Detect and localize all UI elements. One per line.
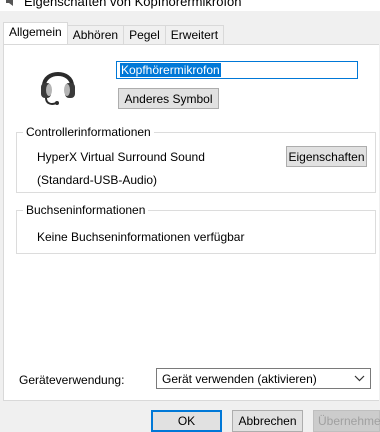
device-usage-label: Geräteverwendung: <box>19 373 125 387</box>
jack-info-text: Keine Buchseninformationen verfügbar <box>37 230 245 244</box>
tab-strip: Allgemein Abhören Pegel Erweitert <box>3 22 225 44</box>
controller-properties-button[interactable]: Eigenschaften <box>286 146 367 167</box>
controller-name: HyperX Virtual Surround Sound <box>37 150 205 164</box>
tab-erweitert[interactable]: Erweitert <box>164 25 225 44</box>
tab-abhoeren[interactable]: Abhören <box>66 25 125 44</box>
device-name-input[interactable]: Kopfhörermikrofon <box>116 61 358 79</box>
tab-allgemein[interactable]: Allgemein <box>3 22 68 44</box>
tab-pegel[interactable]: Pegel <box>123 25 166 44</box>
device-usage-select[interactable]: Gerät verwenden (aktivieren) <box>156 368 371 389</box>
cancel-button[interactable]: Abbrechen <box>232 410 303 432</box>
controller-driver: (Standard-USB-Audio) <box>37 173 158 187</box>
change-symbol-button[interactable]: Anderes Symbol <box>118 88 219 109</box>
device-usage-value: Gerät verwenden (aktivieren) <box>162 371 317 386</box>
properties-dialog: Eigenschaften von Kopfhörermikrofon Allg… <box>0 0 380 432</box>
chevron-down-icon <box>354 375 365 382</box>
apply-button[interactable]: Übernehmen <box>313 410 380 432</box>
headset-icon <box>41 72 75 105</box>
speaker-icon <box>6 0 13 6</box>
window-title: Eigenschaften von Kopfhörermikrofon <box>24 0 242 9</box>
title-bar: Eigenschaften von Kopfhörermikrofon <box>0 0 380 11</box>
controller-info-legend: Controllerinformationen <box>23 125 154 139</box>
ok-button[interactable]: OK <box>151 410 222 432</box>
jack-info-legend: Buchseninformationen <box>23 203 149 217</box>
device-name-text: Kopfhörermikrofon <box>120 63 221 77</box>
